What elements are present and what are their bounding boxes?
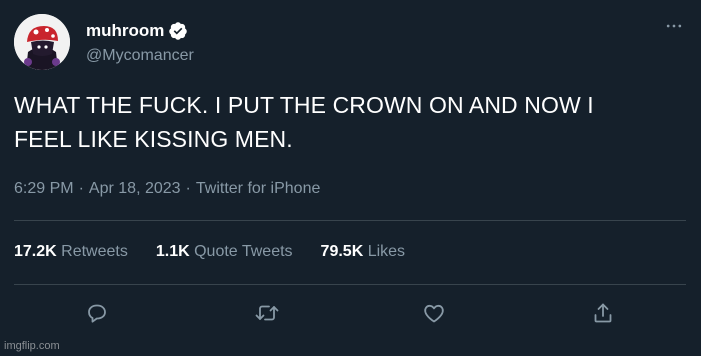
retweets-count: 17.2K xyxy=(14,243,57,260)
more-icon[interactable] xyxy=(662,14,686,38)
display-name-row: muhroom xyxy=(86,20,188,42)
likes-label: Likes xyxy=(367,243,406,260)
avatar-mushroom-image xyxy=(14,14,70,70)
divider xyxy=(14,284,686,285)
retweet-icon[interactable] xyxy=(254,300,280,326)
likes-count: 79.5K xyxy=(320,243,364,260)
quote-tweets-count: 1.1K xyxy=(155,243,190,260)
verified-badge-icon xyxy=(168,21,188,41)
tweet-meta: 6:29 PM · Apr 18, 2023 · Twitter for iPh… xyxy=(14,178,320,200)
divider xyxy=(14,220,686,221)
user-handle[interactable]: @Mycomancer xyxy=(86,46,194,66)
quote-tweets-stat[interactable]: 1.1K Quote Tweets xyxy=(156,241,293,263)
quote-tweets-label: Quote Tweets xyxy=(194,243,293,260)
tweet-source[interactable]: Twitter for iPhone xyxy=(196,178,321,200)
display-name[interactable]: muhroom xyxy=(86,20,164,42)
heart-icon[interactable] xyxy=(421,300,447,326)
tweet-actions xyxy=(0,300,701,328)
avatar[interactable] xyxy=(14,14,70,70)
share-icon[interactable] xyxy=(590,300,616,326)
reply-icon[interactable] xyxy=(84,300,110,326)
tweet-date[interactable]: Apr 18, 2023 xyxy=(89,178,181,200)
imgflip-watermark: imgflip.com xyxy=(4,340,60,352)
meta-separator: · xyxy=(78,180,84,197)
retweets-stat[interactable]: 17.2K Retweets xyxy=(14,241,128,263)
tweet-text: WHAT THE FUCK. I PUT THE CROWN ON AND NO… xyxy=(14,88,684,156)
meta-separator: · xyxy=(185,180,191,197)
tweet-card: muhroom @Mycomancer WHAT THE FUCK. I PUT… xyxy=(0,0,701,356)
retweets-label: Retweets xyxy=(61,243,128,260)
likes-stat[interactable]: 79.5K Likes xyxy=(321,241,406,263)
tweet-text-line-1: WHAT THE FUCK. I PUT THE CROWN ON AND NO… xyxy=(14,92,594,118)
tweet-text-line-2: FEEL LIKE KISSING MEN. xyxy=(14,126,293,152)
tweet-stats: 17.2K Retweets 1.1K Quote Tweets 79.5K L… xyxy=(14,241,405,263)
tweet-time[interactable]: 6:29 PM xyxy=(14,178,74,200)
